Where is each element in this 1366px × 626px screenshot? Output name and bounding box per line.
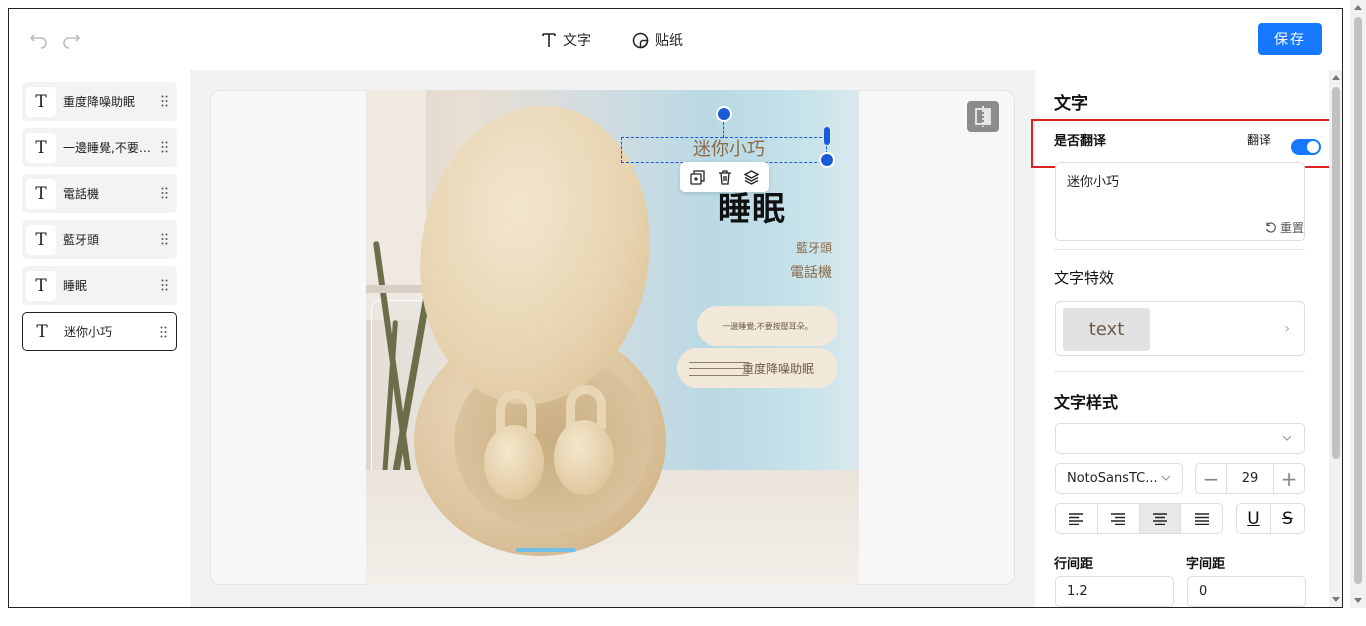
letter-spacing-label: 字间距	[1186, 557, 1226, 572]
duplicate-icon[interactable]	[689, 168, 707, 186]
layer-item[interactable]: T 重度降噪助眠	[22, 82, 177, 121]
style-title: 文字样式	[1054, 393, 1119, 412]
selected-text: 迷你小巧	[693, 139, 765, 160]
chevron-down-icon	[1282, 435, 1292, 441]
divider	[1054, 371, 1305, 372]
redo-icon[interactable]	[61, 31, 81, 51]
minus-icon[interactable]: −	[1196, 464, 1226, 493]
text-layer-icon: T	[27, 316, 57, 347]
resize-corner-handle[interactable]	[819, 152, 835, 168]
poster-phone-text[interactable]: 電話機	[790, 262, 832, 282]
text-tool-label: 文字	[563, 33, 591, 49]
delete-icon[interactable]	[716, 168, 734, 186]
divider	[1054, 249, 1305, 250]
resize-side-handle[interactable]	[824, 127, 830, 145]
chevron-right-icon: ›	[1284, 321, 1290, 337]
reset-label: 重置	[1280, 221, 1305, 235]
layer-item[interactable]: T 一邊睡覺,不要壓到耳朵。	[22, 128, 177, 167]
drag-handle-icon[interactable]	[161, 187, 168, 199]
layer-label: 電話機	[63, 187, 100, 201]
rotate-guide-line	[723, 122, 724, 138]
layer-label: 一邊睡覺,不要壓到耳朵。	[63, 141, 155, 155]
text-effect-picker[interactable]: text ›	[1055, 301, 1305, 356]
case-indicator-light	[516, 548, 576, 552]
text-align-group	[1055, 503, 1223, 534]
text-layer-icon: T	[26, 86, 56, 117]
text-layer-icon: T	[26, 270, 56, 301]
align-left-icon[interactable]	[1056, 504, 1098, 533]
strikethrough-icon[interactable]: S	[1271, 504, 1304, 533]
drag-handle-icon[interactable]	[161, 95, 168, 107]
scroll-down-icon[interactable]	[1332, 597, 1340, 602]
reset-button[interactable]: 重置	[1265, 219, 1304, 236]
earbud-left	[484, 425, 544, 500]
window-scrollbar[interactable]	[1350, 0, 1366, 608]
text-decoration-group: U S	[1236, 503, 1305, 534]
sticker-icon	[632, 32, 649, 48]
font-size-stepper[interactable]: − 29 +	[1195, 463, 1305, 494]
text-layer-icon: T	[26, 224, 56, 255]
selection-toolbar	[680, 162, 769, 192]
drag-handle-icon[interactable]	[161, 279, 168, 291]
layer-label: 重度降噪助眠	[63, 95, 136, 109]
effect-title: 文字特效	[1054, 269, 1115, 287]
layer-item-selected[interactable]: T 迷你小巧	[22, 312, 177, 351]
plus-icon[interactable]: +	[1274, 464, 1304, 493]
pill-lines-decoration	[689, 362, 749, 376]
panel-scrollbar[interactable]	[1329, 70, 1342, 607]
pill-small-text: 一邊睡覺,不要按壓耳朵。	[722, 321, 813, 331]
scroll-up-icon[interactable]	[1354, 5, 1362, 10]
underline-icon[interactable]: U	[1237, 504, 1271, 533]
scroll-down-icon[interactable]	[1354, 598, 1362, 603]
text-layer-icon: T	[26, 132, 56, 163]
poster-bluetooth-text[interactable]: 藍牙頭	[796, 239, 832, 256]
layer-item[interactable]: T 睡眠	[22, 266, 177, 305]
style-preset-select[interactable]	[1055, 423, 1305, 454]
earbud-right	[554, 420, 614, 495]
rotate-handle[interactable]	[716, 106, 732, 122]
panel-title: 文字	[1054, 94, 1088, 114]
panel-scrollbar-thumb[interactable]	[1332, 87, 1340, 459]
text-layer-icon: T	[26, 178, 56, 209]
line-spacing-input[interactable]	[1055, 576, 1174, 607]
chevron-down-icon	[1161, 475, 1171, 481]
letter-spacing-input[interactable]	[1187, 576, 1306, 607]
selected-text-box[interactable]: 迷你小巧	[621, 137, 827, 163]
compare-button[interactable]	[967, 101, 999, 132]
undo-icon[interactable]	[29, 31, 49, 51]
sticker-tool-label: 贴纸	[655, 33, 683, 49]
pill-large-text: 重度降噪助眠	[741, 361, 814, 376]
layer-label: 迷你小巧	[64, 325, 113, 339]
poster-pill-small[interactable]: 一邊睡覺,不要按壓耳朵。	[697, 306, 838, 346]
font-family-select[interactable]: NotoSansTC...	[1055, 463, 1183, 494]
sticker-tool-button[interactable]: 贴纸	[632, 29, 683, 51]
align-right-icon[interactable]	[1098, 504, 1140, 533]
align-center-icon[interactable]	[1139, 504, 1182, 533]
effect-sample: text	[1063, 308, 1150, 351]
align-justify-icon[interactable]	[1181, 504, 1222, 533]
layer-item[interactable]: T 電話機	[22, 174, 177, 213]
line-spacing-label: 行间距	[1054, 557, 1094, 572]
layer-item[interactable]: T 藍牙頭	[22, 220, 177, 259]
text-icon	[542, 33, 556, 47]
layer-label: 藍牙頭	[63, 233, 100, 247]
scroll-up-icon[interactable]	[1332, 75, 1340, 80]
drag-handle-icon[interactable]	[161, 141, 168, 153]
window-scrollbar-thumb[interactable]	[1354, 17, 1362, 584]
font-size-value[interactable]: 29	[1226, 464, 1274, 493]
poster-image[interactable]: 睡眠 藍牙頭 電話機 一邊睡覺,不要按壓耳朵。 重度降噪助眠	[366, 90, 859, 585]
layers-icon[interactable]	[743, 168, 761, 186]
drag-handle-icon[interactable]	[160, 326, 167, 338]
save-button[interactable]: 保存	[1258, 23, 1322, 55]
drag-handle-icon[interactable]	[161, 233, 168, 245]
compare-icon	[975, 106, 991, 127]
poster-pill-large[interactable]: 重度降噪助眠	[677, 348, 838, 388]
font-family-value: NotoSansTC...	[1067, 471, 1158, 486]
editor-window: 文字 贴纸 保存 T 重度降噪助眠 T 一邊睡覺,不要壓到耳朵。 T 電話機 T…	[8, 8, 1343, 608]
highlight-annotation	[1031, 119, 1338, 168]
reset-icon	[1265, 221, 1276, 233]
text-tool-button[interactable]: 文字	[541, 29, 591, 51]
layer-label: 睡眠	[63, 279, 88, 293]
